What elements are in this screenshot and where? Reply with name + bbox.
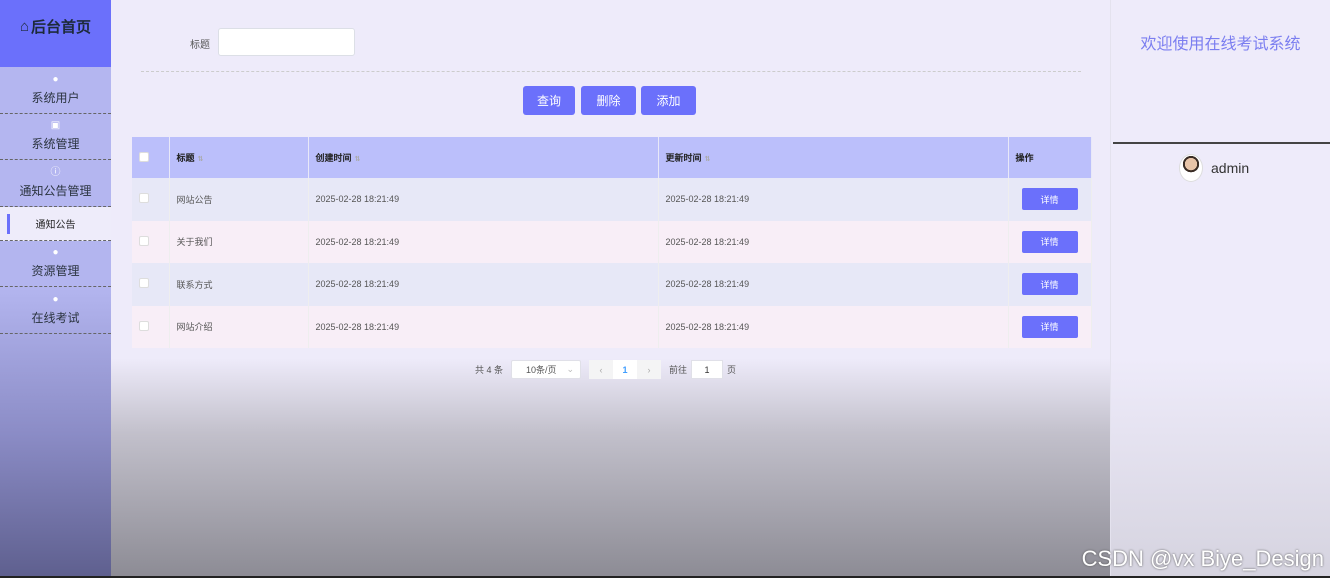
- details-button[interactable]: 详情: [1021, 188, 1078, 211]
- goto-label: 前往: [669, 365, 688, 375]
- cell-title: 联系方式: [169, 263, 309, 306]
- table-row: 网站公告 2025-02-28 18:21:49 2025-02-28 18:2…: [132, 178, 1092, 221]
- goto-page-input[interactable]: 1: [691, 360, 724, 379]
- cell-title: 关于我们: [169, 220, 309, 263]
- details-button[interactable]: 详情: [1021, 230, 1078, 253]
- cell-updated: 2025-02-28 18:21:49: [658, 178, 1009, 221]
- cell-created: 2025-02-28 18:21:49: [308, 263, 659, 306]
- header-updated[interactable]: 更新时间 ⇅: [658, 137, 1009, 178]
- sort-icon[interactable]: ⇅: [198, 156, 204, 163]
- query-button[interactable]: 查询: [523, 86, 575, 115]
- cell-created: 2025-02-28 18:21:49: [308, 305, 659, 348]
- table-row: 关于我们 2025-02-28 18:21:49 2025-02-28 18:2…: [132, 220, 1092, 263]
- prev-page-button[interactable]: ‹: [589, 360, 614, 379]
- welcome-text: 欢迎使用在线考试系统: [1140, 36, 1301, 53]
- watermark: CSDN @vx Biye_Design: [1081, 546, 1324, 571]
- info-icon: ⓘ: [50, 166, 61, 178]
- table-row: 联系方式 2025-02-28 18:21:49 2025-02-28 18:2…: [132, 263, 1092, 306]
- table-row: 网站介绍 2025-02-28 18:21:49 2025-02-28 18:2…: [132, 305, 1092, 348]
- page-size-select[interactable]: 10条/页 ⌄: [511, 360, 582, 379]
- image-icon: ▣: [50, 120, 61, 132]
- cell-title: 网站公告: [169, 178, 309, 221]
- avatar: [1179, 154, 1203, 182]
- user-info[interactable]: admin: [1179, 154, 1249, 182]
- divider: [1113, 142, 1330, 144]
- cell-updated: 2025-02-28 18:21:49: [658, 263, 1009, 306]
- title-search-input[interactable]: [218, 28, 355, 56]
- chevron-left-icon: ‹: [599, 364, 603, 375]
- sidebar-item-resource-management[interactable]: ● 资源管理: [0, 241, 111, 287]
- cell-title: 网站介绍: [169, 305, 309, 348]
- details-button[interactable]: 详情: [1021, 273, 1078, 296]
- chevron-right-icon: ›: [647, 364, 651, 375]
- user-icon: ●: [52, 73, 59, 85]
- next-page-button[interactable]: ›: [637, 360, 662, 379]
- cell-updated: 2025-02-28 18:21:49: [658, 305, 1009, 348]
- add-button[interactable]: 添加: [641, 86, 696, 115]
- page-number[interactable]: 1: [613, 360, 638, 379]
- sidebar-item-system-users[interactable]: ● 系统用户: [0, 67, 111, 114]
- sidebar-item-notice[interactable]: 通知公告: [0, 206, 111, 241]
- delete-button[interactable]: 删除: [581, 86, 636, 115]
- select-all-checkbox[interactable]: [139, 151, 149, 162]
- pagination: 共 4 条 10条/页 ⌄ ‹ 1 › 前往 1 页: [475, 360, 736, 379]
- table-header: 标题 ⇅ 创建时间 ⇅ 更新时间 ⇅ 操作: [132, 137, 1092, 178]
- cell-created: 2025-02-28 18:21:49: [308, 220, 659, 263]
- bulb-icon: ●: [52, 247, 59, 259]
- right-panel: 欢迎使用在线考试系统 admin: [1110, 0, 1330, 578]
- username: admin: [1211, 160, 1250, 176]
- home-link[interactable]: ⌂ 后台首页: [0, 0, 111, 67]
- sidebar: ⌂ 后台首页 ● 系统用户 ▣ 系统管理 ⓘ 通知公告管理 通知公告 ● 资源管理 ● 在线…: [0, 0, 111, 578]
- header-created[interactable]: 创建时间 ⇅: [308, 137, 659, 178]
- main-content: 标题 查询 删除 添加 标题 ⇅ 创建时间 ⇅ 更新时间 ⇅ 操作 网站公告 2025…: [111, 0, 1110, 578]
- total-count: 共 4 条: [475, 365, 504, 375]
- header-title[interactable]: 标题 ⇅: [169, 137, 309, 178]
- home-icon: ⌂: [19, 18, 30, 35]
- details-button[interactable]: 详情: [1021, 315, 1078, 338]
- chevron-down-icon: ⌄: [566, 364, 575, 374]
- cell-created: 2025-02-28 18:21:49: [308, 178, 659, 221]
- sort-icon[interactable]: ⇅: [705, 156, 711, 163]
- page-suffix: 页: [727, 365, 737, 375]
- cell-updated: 2025-02-28 18:21:49: [658, 220, 1009, 263]
- bulb-icon: ●: [52, 293, 59, 305]
- sidebar-item-system-management[interactable]: ▣ 系统管理: [0, 114, 111, 160]
- row-checkbox[interactable]: [139, 278, 149, 289]
- divider: [141, 71, 1081, 72]
- sidebar-item-notice-management[interactable]: ⓘ 通知公告管理: [0, 160, 111, 207]
- sidebar-item-online-exam[interactable]: ● 在线考试: [0, 287, 111, 334]
- sort-icon[interactable]: ⇅: [355, 156, 361, 163]
- row-checkbox[interactable]: [139, 235, 149, 246]
- row-checkbox[interactable]: [139, 320, 149, 331]
- notice-table: 标题 ⇅ 创建时间 ⇅ 更新时间 ⇅ 操作 网站公告 2025-02-28 18:21…: [132, 137, 1092, 348]
- row-checkbox[interactable]: [139, 193, 149, 204]
- header-actions: 操作: [1008, 137, 1092, 178]
- title-label: 标题: [190, 40, 210, 51]
